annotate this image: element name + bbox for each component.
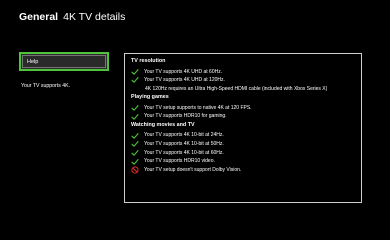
help-button[interactable]: Help xyxy=(19,52,109,71)
check-icon xyxy=(131,140,139,148)
help-button-label: Help xyxy=(27,59,39,65)
list-item: Your TV supports 4K 10-bit at 60Hz. xyxy=(131,149,355,158)
list-item: Your TV setup doesn't support Dolby Visi… xyxy=(131,166,355,175)
section-title: TV resolution xyxy=(131,58,166,64)
section-playing-games: Playing games Your TV setup supports to … xyxy=(131,94,355,121)
page-title: General xyxy=(19,11,59,23)
page-subtitle: 4K TV details xyxy=(63,11,126,23)
section-watching-movies-and-tv: Watching movies and TV Your TV supports … xyxy=(131,122,355,174)
list-item: Your TV supports HDR10 for gaming. xyxy=(131,112,355,121)
item-text: Your TV supports 4K UHD at 120Hz. xyxy=(144,77,225,84)
list-item: Your TV setup supports to native 4K at 1… xyxy=(131,104,355,113)
check-icon xyxy=(131,113,139,121)
check-icon xyxy=(131,104,139,112)
item-text: Your TV setup supports to native 4K at 1… xyxy=(144,104,252,111)
item-text: Your TV supports 4K 10-bit at 60Hz. xyxy=(144,149,224,156)
check-icon xyxy=(131,68,139,76)
check-icon xyxy=(131,132,139,140)
list-item: Your TV supports 4K UHD at 120Hz. xyxy=(131,76,355,85)
list-item: Your TV supports 4K 10-bit at 50Hz. xyxy=(131,140,355,149)
item-text: Your TV supports 4K 10-bit at 50Hz. xyxy=(144,141,224,148)
check-icon xyxy=(131,158,139,166)
list-item: Your TV supports 4K 10-bit at 24Hz. xyxy=(131,131,355,140)
support-summary: Your TV supports 4K. xyxy=(21,83,71,89)
item-text: Your TV supports 4K 10-bit at 24Hz. xyxy=(144,132,224,139)
list-item-note: 4K 120Hz requires an Ultra High-Speed HD… xyxy=(131,85,355,94)
item-text: Your TV supports 4K UHD at 60Hz. xyxy=(144,68,223,75)
section-title: Watching movies and TV xyxy=(131,121,195,128)
item-text: Your TV supports HDR10 video. xyxy=(144,158,215,165)
page-header: General 4K TV details xyxy=(19,11,125,23)
item-text: Your TV setup doesn't support Dolby Visi… xyxy=(144,166,242,173)
blocked-icon xyxy=(131,166,139,174)
item-text: Your TV supports HDR10 for gaming. xyxy=(144,113,227,120)
item-text: 4K 120Hz requires an Ultra High-Speed HD… xyxy=(145,85,328,92)
section-title: Playing games xyxy=(131,94,169,101)
check-icon xyxy=(131,149,139,157)
list-item: Your TV supports 4K UHD at 60Hz. xyxy=(131,68,355,77)
details-panel: TV resolution Your TV supports 4K UHD at… xyxy=(124,53,362,203)
list-item: Your TV supports HDR10 video. xyxy=(131,157,355,166)
check-icon xyxy=(131,76,139,84)
section-tv-resolution: TV resolution Your TV supports 4K UHD at… xyxy=(131,58,355,93)
